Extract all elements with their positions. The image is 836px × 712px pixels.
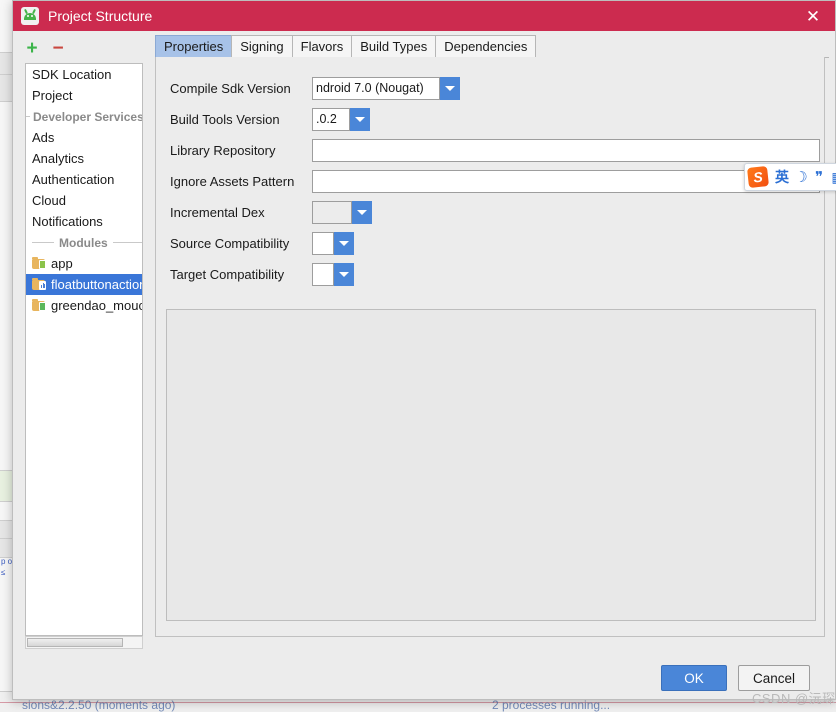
project-structure-dialog: Project Structure ✕ + − SDK Location Pro… bbox=[12, 0, 836, 700]
source-compatibility-label: Source Compatibility bbox=[170, 235, 290, 251]
properties-empty-area bbox=[166, 309, 816, 621]
sidebar-item-project[interactable]: Project bbox=[26, 85, 142, 106]
sidebar-item-label: floatbuttonaction bbox=[51, 277, 143, 292]
library-module-icon bbox=[32, 278, 46, 291]
form-row-build-tools-version: Build Tools Version .0.2 bbox=[170, 104, 820, 134]
ide-status-text-left: sions&2.2.50 (moments ago) bbox=[22, 698, 176, 712]
scrollbar-thumb[interactable] bbox=[27, 638, 123, 647]
keyboard-icon[interactable]: ▦ bbox=[828, 165, 836, 189]
chevron-down-icon[interactable] bbox=[350, 107, 370, 131]
form-row-library-repository: Library Repository bbox=[170, 135, 820, 165]
chevron-down-icon[interactable] bbox=[352, 200, 372, 224]
tab-signing[interactable]: Signing bbox=[231, 35, 293, 57]
group-header-modules: Modules bbox=[26, 232, 142, 253]
group-rule bbox=[32, 242, 54, 243]
module-list-toolbar: + − bbox=[19, 36, 71, 60]
sidebar-item-label: Ads bbox=[32, 130, 55, 145]
source-compatibility-value bbox=[312, 231, 334, 255]
group-header-label: Modules bbox=[59, 235, 108, 250]
dialog-titlebar: Project Structure ✕ bbox=[13, 1, 835, 31]
android-module-icon bbox=[32, 257, 46, 270]
group-rule bbox=[112, 242, 142, 243]
library-repository-label: Library Repository bbox=[170, 142, 276, 158]
dialog-title: Project Structure bbox=[48, 8, 153, 24]
sidebar-item-sdk-location[interactable]: SDK Location bbox=[26, 64, 142, 85]
group-header-developer-services: Developer Services bbox=[26, 106, 142, 127]
group-header-label: Developer Services bbox=[33, 109, 143, 124]
tab-build-types[interactable]: Build Types bbox=[351, 35, 437, 57]
moon-icon[interactable]: ☽ bbox=[792, 165, 810, 189]
form-row-incremental-dex: Incremental Dex bbox=[170, 197, 820, 227]
sidebar-item-label: greendao_mouc bbox=[51, 298, 143, 313]
sidebar-item-label: app bbox=[51, 256, 73, 271]
chevron-down-icon[interactable] bbox=[334, 231, 354, 255]
ime-language-toggle[interactable]: 英 bbox=[772, 165, 792, 189]
tab-dependencies[interactable]: Dependencies bbox=[435, 35, 537, 57]
sogou-logo-icon[interactable]: S bbox=[747, 166, 769, 188]
build-tools-version-label: Build Tools Version bbox=[170, 111, 280, 127]
sidebar-item-label: SDK Location bbox=[32, 67, 112, 82]
module-list-horizontal-scrollbar[interactable] bbox=[25, 636, 143, 649]
left-panel: + − SDK Location Project Developer Servi… bbox=[19, 31, 147, 649]
sidebar-item-label: Notifications bbox=[32, 214, 103, 229]
sidebar-item-label: Analytics bbox=[32, 151, 85, 166]
tab-properties[interactable]: Properties bbox=[155, 35, 233, 57]
ignore-assets-pattern-label: Ignore Assets Pattern bbox=[170, 173, 295, 189]
form-row-compile-sdk-version: Compile Sdk Version ndroid 7.0 (Nougat) bbox=[170, 73, 820, 103]
add-module-button[interactable]: + bbox=[19, 37, 45, 59]
csdn-watermark: CSDN @沅琛 bbox=[752, 691, 836, 706]
group-rule bbox=[26, 116, 30, 117]
library-module-icon bbox=[32, 299, 46, 312]
form-row-ignore-assets-pattern: Ignore Assets Pattern bbox=[170, 166, 820, 196]
chevron-down-icon[interactable] bbox=[440, 76, 460, 100]
sidebar-item-ads[interactable]: Ads bbox=[26, 127, 142, 148]
ok-button[interactable]: OK bbox=[661, 665, 727, 691]
sidebar-item-cloud[interactable]: Cloud bbox=[26, 190, 142, 211]
close-icon[interactable]: ✕ bbox=[791, 1, 835, 31]
sidebar-item-authentication[interactable]: Authentication bbox=[26, 169, 142, 190]
sidebar-item-analytics[interactable]: Analytics bbox=[26, 148, 142, 169]
compile-sdk-version-combo[interactable]: ndroid 7.0 (Nougat) bbox=[312, 76, 460, 100]
target-compatibility-value bbox=[312, 262, 334, 286]
chevron-down-icon[interactable] bbox=[334, 262, 354, 286]
properties-form: Compile Sdk Version ndroid 7.0 (Nougat) … bbox=[170, 73, 820, 290]
dialog-body: + − SDK Location Project Developer Servi… bbox=[13, 31, 835, 651]
sidebar-item-label: Authentication bbox=[32, 172, 115, 187]
punctuation-icon[interactable]: ❞ bbox=[810, 165, 828, 189]
tab-flavors[interactable]: Flavors bbox=[291, 35, 353, 57]
build-tools-version-combo[interactable]: .0.2 bbox=[312, 107, 370, 131]
incremental-dex-combo[interactable] bbox=[312, 200, 372, 224]
right-panel: Properties Signing Flavors Build Types D… bbox=[155, 31, 829, 649]
compile-sdk-version-value: ndroid 7.0 (Nougat) bbox=[312, 76, 440, 100]
properties-tab-panel: Compile Sdk Version ndroid 7.0 (Nougat) … bbox=[155, 57, 825, 637]
sidebar-item-module-floatbuttonaction[interactable]: floatbuttonaction bbox=[26, 274, 142, 295]
sidebar-item-module-greendao[interactable]: greendao_mouc bbox=[26, 295, 142, 316]
module-list[interactable]: SDK Location Project Developer Services … bbox=[25, 63, 143, 636]
build-tools-version-value: .0.2 bbox=[312, 107, 350, 131]
form-row-source-compatibility: Source Compatibility bbox=[170, 228, 820, 258]
sidebar-item-label: Cloud bbox=[32, 193, 66, 208]
source-compatibility-combo[interactable] bbox=[312, 231, 354, 255]
incremental-dex-label: Incremental Dex bbox=[170, 204, 265, 220]
dialog-footer: OK Cancel bbox=[13, 651, 835, 699]
library-repository-input[interactable] bbox=[312, 138, 820, 162]
incremental-dex-value bbox=[312, 200, 352, 224]
remove-module-button[interactable]: − bbox=[45, 37, 71, 59]
sidebar-item-module-app[interactable]: app bbox=[26, 253, 142, 274]
form-row-target-compatibility: Target Compatibility bbox=[170, 259, 820, 289]
target-compatibility-combo[interactable] bbox=[312, 262, 354, 286]
target-compatibility-label: Target Compatibility bbox=[170, 266, 285, 282]
sidebar-item-label: Project bbox=[32, 88, 73, 103]
android-studio-icon bbox=[21, 7, 39, 25]
sidebar-item-notifications[interactable]: Notifications bbox=[26, 211, 142, 232]
tab-bar: Properties Signing Flavors Build Types D… bbox=[155, 34, 829, 58]
ime-floating-toolbar[interactable]: S 英 ☽ ❞ ▦ bbox=[744, 163, 836, 191]
ide-status-text-right: 2 processes running... bbox=[492, 698, 611, 712]
compile-sdk-version-label: Compile Sdk Version bbox=[170, 80, 291, 96]
